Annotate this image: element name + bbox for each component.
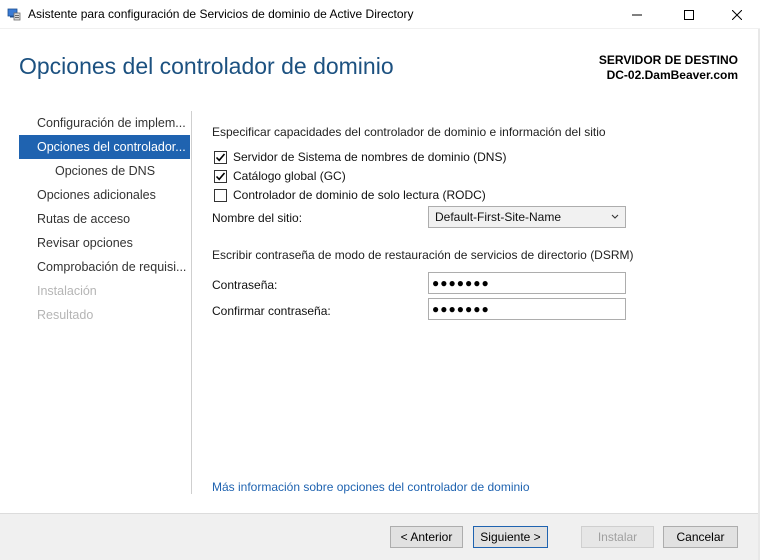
cancel-button[interactable]: Cancelar bbox=[663, 526, 738, 548]
wizard-nav: Configuración de implem... Opciones del … bbox=[19, 111, 190, 327]
nav-divider bbox=[191, 111, 192, 494]
dns-server-checkbox[interactable] bbox=[214, 150, 227, 164]
previous-button[interactable]: < Anterior bbox=[390, 526, 463, 548]
site-name-label: Nombre del sitio: bbox=[212, 211, 303, 225]
rodc-label: Controlador de dominio de solo lectura (… bbox=[233, 188, 486, 202]
rodc-option[interactable]: Controlador de dominio de solo lectura (… bbox=[214, 188, 486, 202]
window-title: Asistente para configuración de Servicio… bbox=[28, 7, 414, 21]
page-title: Opciones del controlador de dominio bbox=[19, 53, 394, 79]
checkmark-icon bbox=[215, 152, 226, 161]
capabilities-heading: Especificar capacidades del controlador … bbox=[212, 125, 606, 139]
chevron-down-icon bbox=[611, 207, 619, 235]
global-catalog-option[interactable]: Catálogo global (GC) bbox=[214, 169, 346, 183]
nav-item-deployment-config[interactable]: Configuración de implem... bbox=[19, 111, 190, 135]
site-name-value: Default-First-Site-Name bbox=[435, 210, 562, 224]
nav-item-results: Resultado bbox=[37, 308, 94, 322]
dsrm-heading: Escribir contraseña de modo de restaurac… bbox=[212, 248, 634, 262]
maximize-button[interactable] bbox=[666, 0, 712, 29]
close-icon bbox=[732, 9, 742, 20]
target-server-label: SERVIDOR DE DESTINO DC-02.DamBeaver.com bbox=[599, 53, 738, 83]
nav-item-installation: Instalación bbox=[37, 284, 97, 298]
confirm-password-label: Confirmar contraseña: bbox=[212, 304, 331, 318]
confirm-password-input[interactable]: ●●●●●●● bbox=[428, 298, 626, 320]
site-name-select[interactable]: Default-First-Site-Name bbox=[428, 206, 626, 228]
close-button[interactable] bbox=[714, 0, 760, 29]
more-info-link[interactable]: Más información sobre opciones del contr… bbox=[212, 480, 530, 494]
nav-item-review-options[interactable]: Revisar opciones bbox=[19, 231, 190, 255]
rodc-checkbox[interactable] bbox=[214, 188, 227, 202]
server-manager-icon bbox=[7, 8, 21, 21]
dns-server-label: Servidor de Sistema de nombres de domini… bbox=[233, 150, 507, 164]
next-button[interactable]: Siguiente > bbox=[473, 526, 548, 548]
global-catalog-label: Catálogo global (GC) bbox=[233, 169, 346, 183]
target-server-name: DC-02.DamBeaver.com bbox=[606, 68, 738, 82]
title-bar: Asistente para configuración de Servicio… bbox=[0, 0, 760, 29]
maximize-icon bbox=[684, 9, 694, 20]
password-input[interactable]: ●●●●●●● bbox=[428, 272, 626, 294]
target-server-heading: SERVIDOR DE DESTINO bbox=[598, 53, 738, 67]
nav-item-prerequisites-check[interactable]: Comprobación de requisi... bbox=[19, 255, 190, 279]
nav-item-paths[interactable]: Rutas de acceso bbox=[19, 207, 190, 231]
checkmark-icon bbox=[215, 171, 226, 180]
nav-item-additional-options[interactable]: Opciones adicionales bbox=[19, 183, 190, 207]
global-catalog-checkbox[interactable] bbox=[214, 169, 227, 183]
nav-item-dc-options[interactable]: Opciones del controlador... bbox=[19, 135, 190, 159]
minimize-button[interactable] bbox=[614, 0, 660, 29]
install-button: Instalar bbox=[581, 526, 654, 548]
dns-server-option[interactable]: Servidor de Sistema de nombres de domini… bbox=[214, 150, 506, 164]
password-label: Contraseña: bbox=[212, 278, 278, 292]
minimize-icon bbox=[632, 14, 642, 15]
nav-item-dns-options[interactable]: Opciones de DNS bbox=[19, 159, 190, 183]
